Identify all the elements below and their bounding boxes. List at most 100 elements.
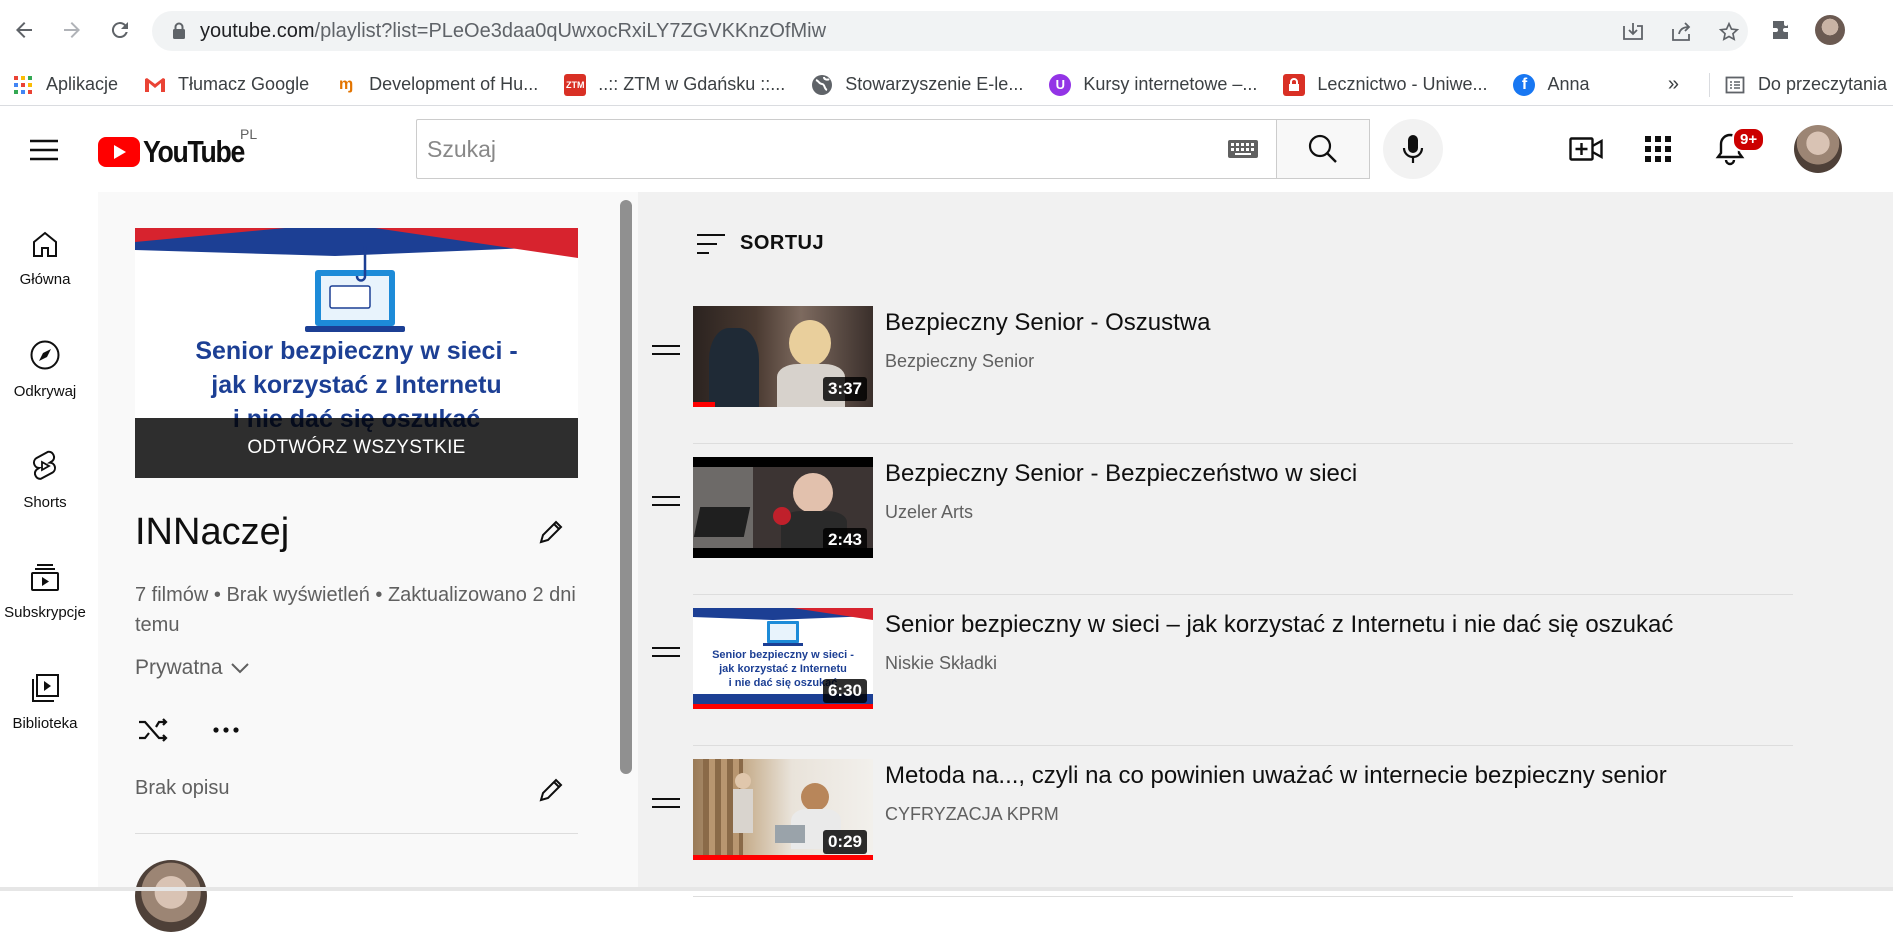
playlist-stats: 7 filmów • Brak wyświetleń • Zaktualizow… <box>135 584 576 636</box>
mini-guide: Główna Odkrywaj Shorts Subskrypcje Bibli… <box>0 192 98 891</box>
playlist-video-row[interactable]: 3:37 Bezpieczny Senior - Oszustwa Bezpie… <box>638 293 1793 444</box>
watch-progress-bar <box>693 855 873 860</box>
bookmark-translate[interactable]: Tłumacz Google <box>144 74 309 96</box>
profile-avatar[interactable] <box>1814 14 1846 46</box>
bookmark-apps[interactable]: Aplikacje <box>12 74 118 96</box>
edit-description-button[interactable] <box>533 772 569 808</box>
thumbnail-art <box>735 773 751 789</box>
playlist-video-row[interactable]: Senior bezpieczny w sieci - jak korzysta… <box>638 595 1793 746</box>
guide-item-shorts[interactable]: Shorts <box>0 430 90 530</box>
bookmark-lecznictwo[interactable]: Lecznictwo - Uniwe... <box>1283 73 1487 96</box>
reload-button[interactable] <box>104 14 136 46</box>
bookmark-stowarzyszenie[interactable]: Stowarzyszenie E-le... <box>811 74 1023 96</box>
video-title[interactable]: Bezpieczny Senior - Oszustwa <box>885 309 1210 337</box>
reading-list-button[interactable]: Do przeczytania <box>1724 74 1887 96</box>
guide-item-home[interactable]: Główna <box>0 208 90 308</box>
install-app-button[interactable] <box>1620 19 1646 45</box>
youtube-logo[interactable]: YouTube <box>98 134 261 170</box>
apps-grid-icon <box>1645 136 1671 162</box>
reload-icon <box>111 22 128 39</box>
notifications-button[interactable]: 9+ <box>1712 127 1766 167</box>
thumbnail-line: jak korzystać z Internetu <box>211 371 502 399</box>
more-horizontal-icon <box>213 727 239 733</box>
course-icon: U <box>1049 73 1072 96</box>
sort-label: SORTUJ <box>740 232 825 254</box>
playlist-sidebar: Senior bezpieczny w sieci - jak korzysta… <box>98 192 638 932</box>
drag-handle-icon[interactable] <box>652 343 680 357</box>
address-bar[interactable]: youtube.com/playlist?list=PLeOe3daa0qUwx… <box>152 11 1748 51</box>
video-thumbnail[interactable]: Senior bezpieczny w sieci - jak korzysta… <box>693 608 873 709</box>
play-all-button[interactable]: ODTWÓRZ WSZYSTKIE <box>135 418 578 478</box>
bookmark-ztm[interactable]: ZTM ..:: ZTM w Gdańsku ::... <box>564 73 785 96</box>
back-button[interactable] <box>8 14 40 46</box>
search-button[interactable] <box>1276 119 1370 179</box>
search-input[interactable] <box>427 135 1207 163</box>
facebook-icon: f <box>1513 73 1536 96</box>
guide-item-explore[interactable]: Odkrywaj <box>0 319 90 419</box>
video-thumbnail[interactable]: 2:43 <box>693 457 873 558</box>
puzzle-icon <box>1773 21 1788 39</box>
video-thumbnail[interactable]: 0:29 <box>693 759 873 860</box>
playlist-video-row[interactable]: 2:43 Bezpieczny Senior - Bezpieczeństwo … <box>638 444 1793 595</box>
more-actions-button[interactable] <box>208 712 244 748</box>
star-icon <box>1718 21 1740 41</box>
sort-button[interactable]: SORTUJ <box>696 232 824 255</box>
edit-title-button[interactable] <box>533 514 569 550</box>
extensions-button[interactable] <box>1766 14 1798 46</box>
bookmark-label: Anna <box>1547 74 1590 94</box>
video-channel[interactable]: Niskie Składki <box>885 653 997 674</box>
watch-progress-bar <box>693 402 715 407</box>
video-duration: 2:43 <box>822 528 867 548</box>
thumbnail-line: jak korzystać z Internetu <box>719 663 847 675</box>
microphone-icon <box>1402 135 1424 163</box>
guide-label: Subskrypcje <box>4 603 86 621</box>
video-thumbnail[interactable]: 3:37 <box>693 306 873 407</box>
guide-item-library[interactable]: Biblioteka <box>0 652 90 752</box>
bookmark-development[interactable]: ɱ Development of Hu... <box>335 74 538 96</box>
bookmark-star-button[interactable] <box>1716 19 1742 45</box>
drag-handle-icon[interactable] <box>652 494 680 508</box>
forward-button[interactable] <box>56 14 88 46</box>
lock-red-icon <box>1283 73 1306 96</box>
owner-avatar[interactable] <box>135 860 207 932</box>
thumbnail-art <box>775 825 805 843</box>
youtube-header: YouTube PL 9+ <box>0 106 1893 192</box>
search-icon <box>1308 134 1337 163</box>
divider <box>1708 72 1710 97</box>
share-button[interactable] <box>1668 19 1694 45</box>
guide-menu-button[interactable] <box>26 132 62 168</box>
bookmarks-overflow-button[interactable]: » <box>1668 73 1679 96</box>
sidebar-scrollbar[interactable] <box>620 200 632 774</box>
search-box <box>416 119 1276 179</box>
bookmark-kursy[interactable]: U Kursy internetowe –... <box>1049 73 1257 96</box>
keyboard-icon[interactable] <box>1228 140 1258 158</box>
drag-handle-icon[interactable] <box>652 645 680 659</box>
arrow-left-icon <box>16 22 32 38</box>
guide-label: Biblioteka <box>12 714 78 732</box>
privacy-dropdown[interactable]: Prywatna <box>135 656 251 680</box>
drag-handle-icon[interactable] <box>652 796 680 810</box>
watch-progress-bar <box>693 704 873 709</box>
guide-item-subscriptions[interactable]: Subskrypcje <box>0 541 90 641</box>
logo-text: YouTube <box>143 134 245 169</box>
bookmark-anna[interactable]: f Anna <box>1513 73 1590 96</box>
apps-button[interactable] <box>1640 131 1676 167</box>
playlist-thumbnail[interactable]: Senior bezpieczny w sieci - jak korzysta… <box>135 228 578 478</box>
video-title[interactable]: Senior bezpieczny w sieci – jak korzysta… <box>885 611 1673 639</box>
video-title[interactable]: Metoda na..., czyli na co powinien uważa… <box>885 762 1667 790</box>
video-channel[interactable]: Bezpieczny Senior <box>885 351 1034 372</box>
video-channel[interactable]: Uzeler Arts <box>885 502 973 523</box>
create-button[interactable] <box>1568 131 1604 167</box>
video-channel[interactable]: CYFRYZACJA KPRM <box>885 804 1059 825</box>
video-title[interactable]: Bezpieczny Senior - Bezpieczeństwo w sie… <box>885 460 1357 488</box>
voice-search-button[interactable] <box>1383 119 1443 179</box>
globe-icon <box>811 74 833 96</box>
gmail-icon <box>144 74 166 96</box>
guide-label: Shorts <box>23 493 67 511</box>
apps-grid-icon <box>12 74 34 96</box>
playlist-video-row[interactable]: 0:29 Metoda na..., czyli na co powinien … <box>638 746 1793 897</box>
shuffle-button[interactable] <box>135 712 171 748</box>
thumbnail-art <box>789 320 831 366</box>
account-avatar[interactable] <box>1794 125 1842 173</box>
arrow-right-icon <box>64 22 80 38</box>
